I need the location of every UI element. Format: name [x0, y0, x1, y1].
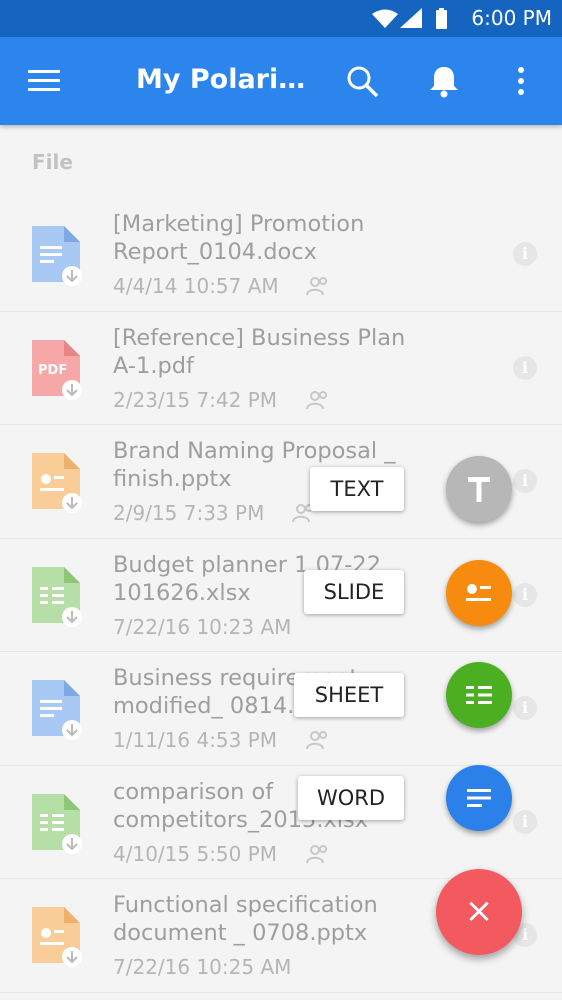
fab-label-slide[interactable]: SLIDE [304, 570, 404, 614]
bell-icon[interactable] [424, 61, 464, 101]
status-bar: 6:00 PM [0, 0, 562, 37]
new-word-button[interactable] [446, 765, 512, 831]
file-date: 2/9/15 7:33 PM [113, 501, 265, 525]
new-text-button[interactable] [446, 456, 512, 522]
file-name: Functional specification document _ 0708… [113, 892, 378, 946]
info-icon[interactable]: i [513, 469, 537, 493]
info-icon[interactable]: i [513, 696, 537, 720]
sheet-icon [466, 686, 492, 704]
fab-label-sheet[interactable]: SHEET [294, 673, 404, 717]
wifi-icon [372, 9, 398, 28]
battery-icon [436, 10, 447, 29]
slide-file-icon [32, 453, 82, 513]
close-icon: × [464, 891, 494, 931]
word-file-icon [32, 680, 82, 740]
pdf-file-icon: PDF [32, 339, 82, 400]
file-date: 1/11/16 4:53 PM [113, 728, 278, 752]
slide-icon [466, 584, 491, 601]
info-icon[interactable]: i [513, 355, 537, 380]
info-icon[interactable]: i [513, 809, 537, 834]
list-item[interactable]: [Marketing] Promotion Report_0104.docx 4… [0, 198, 562, 312]
word-file-icon [32, 226, 82, 286]
text-icon [468, 477, 490, 502]
sheet-file-icon [32, 566, 82, 627]
new-slide-button[interactable] [446, 560, 512, 626]
signal-icon [400, 8, 422, 28]
file-name: [Reference] Business Plan A-1.pdf [113, 324, 406, 379]
file-date: 7/22/16 10:25 AM [113, 955, 292, 979]
fab-label-word[interactable]: WORD [298, 776, 404, 820]
close-fab-button[interactable]: × [436, 869, 522, 955]
svg-text:PDF: PDF [38, 363, 67, 378]
new-sheet-button[interactable] [446, 662, 512, 728]
file-date: 7/22/16 10:23 AM [113, 614, 292, 639]
menu-icon[interactable] [24, 61, 64, 101]
page-title: My Polaris Office [136, 64, 306, 95]
sheet-file-icon [32, 793, 82, 854]
file-name: [Marketing] Promotion Report_0104.docx [113, 211, 365, 265]
search-icon[interactable] [342, 61, 382, 101]
app-bar: My Polaris Office [0, 37, 562, 125]
section-label: File [32, 150, 73, 174]
slide-file-icon [32, 907, 82, 967]
status-icons [372, 8, 447, 29]
shared-users-icon [306, 277, 327, 296]
file-date: 4/4/14 10:57 AM [113, 274, 279, 298]
more-vert-icon[interactable] [501, 61, 541, 101]
fab-label-text[interactable]: TEXT [310, 467, 404, 511]
shared-users-icon [306, 390, 327, 409]
status-time: 6:00 PM [471, 6, 552, 30]
file-date: 2/23/15 7:42 PM [113, 387, 278, 412]
shared-users-icon [306, 731, 327, 750]
word-icon [467, 789, 491, 807]
info-icon[interactable]: i [513, 242, 537, 266]
shared-users-icon [306, 844, 327, 863]
list-item[interactable]: PDF [Reference] Business Plan A-1.pdf 2/… [0, 312, 562, 425]
info-icon[interactable]: i [513, 582, 537, 607]
file-date: 4/10/15 5:50 PM [113, 841, 278, 866]
